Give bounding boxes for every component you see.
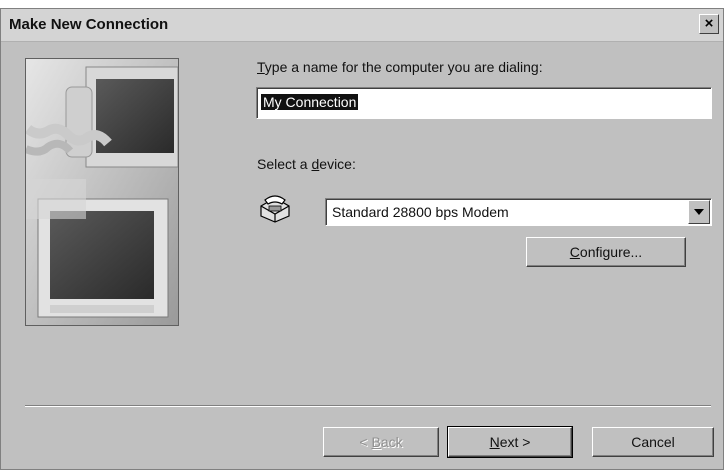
separator [25,405,711,407]
chevron-down-icon[interactable] [688,200,710,224]
telephone-icon [257,192,293,224]
monitors-illustration-icon [26,59,178,325]
device-label: Select a device: [257,156,356,172]
close-button[interactable]: × [699,14,719,34]
computers-illustration [25,58,179,326]
next-button[interactable]: Next > [447,426,573,458]
computer-name-value: My Connection [261,94,359,110]
title-bar[interactable]: Make New Connection × [1,9,723,42]
computer-name-label: Type a name for the computer you are dia… [257,59,543,75]
device-select[interactable]: Standard 28800 bps Modem [325,198,712,226]
configure-button[interactable]: Configure... [526,237,686,267]
cancel-button[interactable]: Cancel [592,427,714,457]
device-select-value: Standard 28800 bps Modem [332,204,509,220]
make-new-connection-dialog: Make New Connection × Type a name for th… [0,8,724,470]
computer-name-input[interactable]: My Connection [256,87,712,119]
dialog-title: Make New Connection [9,16,169,33]
back-button[interactable]: < Back [323,427,439,457]
close-icon: × [704,15,714,32]
